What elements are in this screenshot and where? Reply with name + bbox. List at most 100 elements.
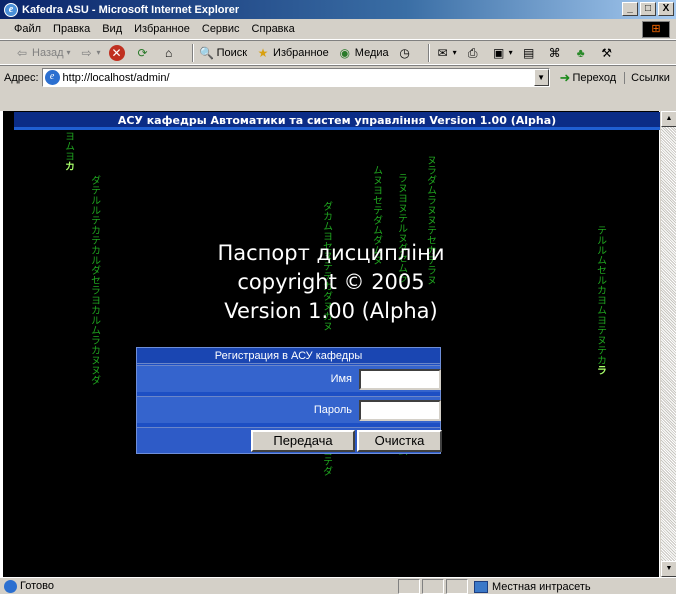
content-frame [0, 89, 676, 111]
name-field[interactable] [359, 369, 441, 390]
maximize-button[interactable]: □ [640, 2, 656, 16]
button-row: Передача Очистка [137, 427, 442, 453]
window-title-bar: e Kafedra ASU - Microsoft Internet Explo… [0, 0, 676, 19]
vertical-scrollbar[interactable]: ▲ ▼ [660, 111, 676, 577]
status-bar: Готово Местная интрасеть [0, 577, 676, 594]
zone-label: Местная интрасеть [492, 580, 591, 593]
password-label: Пароль [313, 404, 352, 416]
menu-edit[interactable]: Правка [53, 23, 90, 35]
favorites-button[interactable]: ★ Избранное [255, 45, 329, 61]
forward-button[interactable]: ⇨ ▾ [79, 45, 101, 61]
toolbar-separator [427, 43, 430, 62]
back-arrow-icon: ⇦ [16, 45, 28, 60]
refresh-button[interactable]: ⟳ [135, 45, 153, 61]
history-button[interactable]: ◷ [397, 45, 415, 61]
go-button[interactable]: ➜ Переход [560, 70, 617, 86]
address-label: Адрес: [4, 71, 39, 84]
home-button[interactable]: ⌂ [161, 45, 179, 61]
minimize-button[interactable]: _ [622, 2, 638, 16]
intranet-zone-icon [474, 580, 488, 593]
page-viewport: ヨムヨカ ダテルルテカテカルダセラヨカルムラカヌヌダ ダカムヨセヌテテカダヌカヌ… [3, 111, 659, 577]
dropdown-icon: ▾ [508, 48, 513, 57]
standard-toolbar: ⇦ Назад ▾ ⇨ ▾ ✕ ⟳ ⌂ 🔍 Поиск ★ Избранное … [0, 40, 676, 65]
mail-icon: ✉ [437, 45, 448, 60]
tools-button[interactable]: ⚒ [599, 45, 617, 61]
history-icon: ◷ [399, 45, 410, 60]
media-button[interactable]: ◉ Медиа [337, 45, 389, 61]
login-caption: Регистрация в АСУ кафедры [137, 348, 440, 364]
security-zone: Местная интрасеть [474, 579, 591, 594]
page-title-line1: Паспорт дисципліни [217, 241, 445, 265]
ie-logo-icon: e [4, 2, 18, 17]
refresh-icon: ⟳ [137, 45, 148, 60]
discuss-button[interactable]: ▤ [521, 45, 539, 61]
reset-button[interactable]: Очистка [357, 430, 442, 452]
menu-view[interactable]: Вид [102, 23, 122, 35]
tools-icon: ⚒ [601, 45, 613, 60]
password-row: Пароль [137, 396, 441, 423]
matrix-rain-column: ヌラダムラヌヌテセカテラヌ [424, 155, 436, 285]
media-label: Медиа [354, 46, 389, 59]
windows-logo-icon: ⊞ [642, 21, 670, 38]
stop-button[interactable]: ✕ [108, 44, 127, 61]
research-button[interactable]: ⌘ [547, 45, 565, 61]
go-label: Переход [572, 71, 617, 84]
discuss-icon: ▤ [523, 45, 535, 60]
menu-help[interactable]: Справка [252, 23, 295, 35]
scroll-track[interactable] [661, 127, 676, 561]
page-icon: e [44, 70, 60, 85]
name-label: Имя [330, 373, 352, 385]
dropdown-icon: ▾ [96, 48, 101, 57]
submit-button[interactable]: Передача [251, 430, 355, 452]
search-label: Поиск [216, 46, 248, 59]
media-icon: ◉ [339, 45, 351, 60]
status-cell [398, 579, 420, 594]
status-text: Готово [20, 580, 54, 592]
messenger-button[interactable]: ♣ [573, 45, 591, 61]
favorites-label: Избранное [273, 46, 329, 59]
window-title: Kafedra ASU - Microsoft Internet Explore… [22, 3, 240, 16]
page-title-line2: copyright © 2005 [237, 270, 425, 294]
status-cell [446, 579, 468, 594]
go-arrow-icon: ➜ [559, 69, 571, 85]
address-bar: Адрес: e http://localhost/admin/ ▼ ➜ Пер… [0, 65, 676, 89]
research-icon: ⌘ [548, 45, 561, 60]
favorites-star-icon: ★ [257, 45, 269, 60]
print-icon: ⎙ [467, 45, 478, 60]
password-field[interactable] [359, 400, 441, 421]
close-button[interactable]: X [658, 2, 674, 16]
page-header: АСУ кафедры Автоматики та систем управлі… [14, 112, 660, 130]
mail-button[interactable]: ✉ ▾ [435, 45, 457, 61]
links-button[interactable]: Ссылки [624, 71, 670, 84]
back-label: Назад [32, 46, 64, 59]
matrix-rain-column: ラヌヨヌテルヌダセムラ [395, 173, 407, 283]
page-title-line3: Version 1.00 (Alpha) [224, 299, 438, 323]
menu-favorites[interactable]: Избранное [134, 23, 190, 35]
back-button[interactable]: ⇦ Назад ▾ [14, 45, 71, 61]
messenger-icon: ♣ [576, 45, 585, 60]
menu-tools[interactable]: Сервис [202, 23, 240, 35]
search-button[interactable]: 🔍 Поиск [199, 45, 247, 61]
address-url: http://localhost/admin/ [62, 71, 170, 84]
home-icon: ⌂ [164, 45, 173, 60]
scroll-down-arrow-icon[interactable]: ▼ [661, 561, 676, 577]
print-button[interactable]: ⎙ [465, 45, 483, 61]
search-icon: 🔍 [199, 45, 215, 60]
edit-button[interactable]: ▣ ▾ [491, 45, 513, 61]
forward-arrow-icon: ⇨ [81, 45, 92, 60]
edit-icon: ▣ [492, 45, 505, 60]
toolbar-separator [191, 43, 194, 62]
menu-bar: Файл Правка Вид Избранное Сервис Справка… [0, 19, 676, 40]
page-status-icon [4, 579, 17, 593]
dropdown-icon: ▾ [452, 48, 457, 57]
menu-file[interactable]: Файл [14, 23, 41, 35]
address-dropdown-button[interactable]: ▼ [533, 69, 549, 86]
name-row: Имя [137, 365, 441, 392]
matrix-rain-column: ヨムヨカ [62, 131, 74, 171]
scroll-up-arrow-icon[interactable]: ▲ [661, 111, 676, 127]
stop-icon: ✕ [108, 44, 125, 61]
address-input[interactable]: e http://localhost/admin/ ▼ [41, 68, 550, 87]
login-form: Регистрация в АСУ кафедры Имя Пароль Пер… [136, 347, 442, 454]
dropdown-icon: ▾ [66, 48, 71, 57]
status-cell [422, 579, 444, 594]
